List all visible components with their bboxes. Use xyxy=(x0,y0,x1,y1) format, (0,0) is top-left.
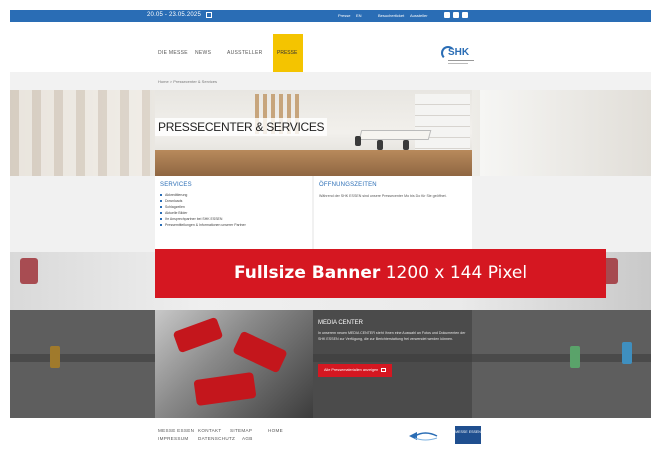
footer-link-home[interactable]: HOME xyxy=(268,428,283,433)
shk-logo[interactable]: SHK xyxy=(437,44,481,74)
hero-title: PRESSECENTER & SERVICES xyxy=(155,118,328,136)
footer-link-kontakt[interactable]: KONTAKT xyxy=(198,428,221,433)
hero-section: PRESSECENTER & SERVICES xyxy=(10,90,651,176)
top-link-language[interactable]: EN xyxy=(356,13,362,18)
services-box: SERVICES Akkreditierung Downloads Schlag… xyxy=(155,176,312,252)
media-center-title: MEDIA CENTER xyxy=(318,320,364,326)
nav-item-presse-label: PRESSE xyxy=(277,50,298,56)
nav-item-presse[interactable]: PRESSE xyxy=(273,34,303,72)
product-image xyxy=(20,258,38,284)
footer-link-impressum[interactable]: IMPRESSUM xyxy=(158,436,189,441)
hero-chair xyxy=(377,140,383,150)
top-link-ticket[interactable]: Besucherticket xyxy=(378,13,404,18)
instagram-icon[interactable] xyxy=(453,12,459,18)
footer-link-sitemap[interactable]: SITEMAP xyxy=(230,428,252,433)
hero-image: PRESSECENTER & SERVICES xyxy=(155,90,472,176)
all-press-materials-button[interactable]: Alle Pressematerialien anzeigen xyxy=(318,364,393,377)
browser-screen: 20.05 - 23.05.2025 Presse EN Besuchertic… xyxy=(10,10,651,444)
opening-hours-text: Während der SHK ESSEN sind unsere Presse… xyxy=(319,194,447,198)
calendar-icon[interactable] xyxy=(206,12,212,18)
breadcrumb[interactable]: Home > Pressecenter & Services xyxy=(158,79,217,84)
site-header: DIE MESSE NEWS AUSSTELLER PRESSE SHK xyxy=(10,22,651,72)
facebook-icon[interactable] xyxy=(444,12,450,18)
footer-link-datenschutz[interactable]: DATENSCHUTZ xyxy=(198,436,235,441)
hero-side-image xyxy=(480,90,651,176)
valve-image xyxy=(570,346,580,368)
top-link-presse[interactable]: Presse xyxy=(338,13,350,18)
fullsize-banner[interactable]: Fullsize Banner 1200 x 144 Pixel xyxy=(155,249,606,298)
event-date: 20.05 - 23.05.2025 xyxy=(147,12,201,18)
hero-chair xyxy=(403,140,409,150)
linkedin-icon[interactable] xyxy=(462,12,468,18)
hero-floor xyxy=(155,150,472,176)
media-center-text: In unserem neuen MEDIA CENTER steht Ihne… xyxy=(318,331,466,341)
nav-item-aussteller[interactable]: AUSSTELLER xyxy=(227,50,263,56)
media-center-box: MEDIA CENTER In unserem neuen MEDIA CENT… xyxy=(313,310,472,418)
site-footer: MESSE ESSEN KONTAKT SITEMAP HOME IMPRESS… xyxy=(10,418,651,444)
valve-image xyxy=(622,342,632,364)
top-bar: 20.05 - 23.05.2025 Presse EN Besuchertic… xyxy=(10,10,651,22)
top-link-aussteller[interactable]: Aussteller xyxy=(410,13,428,18)
drill-image xyxy=(172,316,224,354)
nav-item-die-messe[interactable]: DIE MESSE xyxy=(158,50,188,56)
opening-hours-box: ÖFFNUNGSZEITEN Während der SHK ESSEN sin… xyxy=(314,176,472,252)
opening-hours-title: ÖFFNUNGSZEITEN xyxy=(319,182,377,188)
drill-image xyxy=(232,330,288,374)
services-title: SERVICES xyxy=(160,182,192,188)
media-photo xyxy=(155,310,313,418)
media-center-section: MEDIA CENTER In unserem neuen MEDIA CENT… xyxy=(10,310,651,418)
logo-line xyxy=(448,63,468,64)
image-icon xyxy=(381,368,387,372)
messe-essen-logo[interactable]: MESSE ESSEN xyxy=(455,426,481,444)
valve-image xyxy=(50,346,60,368)
hero-side-image xyxy=(10,90,150,176)
banner-unit: Pixel xyxy=(487,263,528,283)
partner-logo[interactable] xyxy=(407,430,441,442)
hero-table xyxy=(358,130,432,140)
banner-size: 1200 x 144 xyxy=(385,263,483,283)
nav-item-news[interactable]: NEWS xyxy=(195,50,211,56)
logo-text: SHK xyxy=(448,47,470,58)
services-item[interactable]: Pressemitteilungen & Informationen unser… xyxy=(160,222,246,228)
drill-image xyxy=(193,371,257,407)
hero-chair xyxy=(355,136,361,146)
content-section: SERVICES Akkreditierung Downloads Schlag… xyxy=(10,176,651,252)
banner-bold-text: Fullsize Banner xyxy=(233,263,381,283)
button-label: Alle Pressematerialien anzeigen xyxy=(324,368,379,372)
logo-line xyxy=(448,60,474,61)
hero-shelf xyxy=(415,94,470,150)
services-list: Akkreditierung Downloads Schlagzeilen Ak… xyxy=(160,192,246,228)
footer-link-messe-essen[interactable]: MESSE ESSEN xyxy=(158,428,194,433)
footer-link-agb[interactable]: AGB xyxy=(242,436,253,441)
